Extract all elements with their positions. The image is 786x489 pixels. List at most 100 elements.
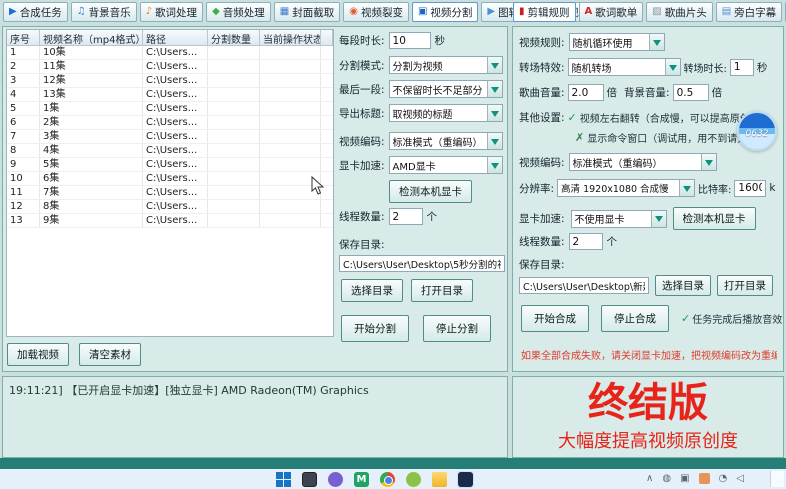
mail-app-icon[interactable]: M <box>354 472 369 487</box>
detect-gpu-button-right[interactable]: 检测本机显卡 <box>673 207 756 230</box>
tab-audio-process[interactable]: ◆音频处理 <box>206 2 271 22</box>
tab-video-split[interactable]: ▣视频分割 <box>412 2 478 22</box>
tab-song-intro[interactable]: ▨歌曲片头 <box>646 2 712 22</box>
widgets-icon[interactable] <box>302 472 317 487</box>
table-row[interactable]: 7 3集 C:\Users... <box>7 130 333 144</box>
threads-input-right[interactable] <box>569 233 603 250</box>
tab-lyrics-list[interactable]: A歌词歌单 <box>579 2 644 22</box>
dropdown-arrow-icon[interactable] <box>679 180 694 196</box>
detect-gpu-button[interactable]: 检测本机显卡 <box>389 180 472 203</box>
table-row[interactable]: 8 4集 C:\Users... <box>7 144 333 158</box>
tab-video-fission[interactable]: ◉视频裂变 <box>343 2 409 22</box>
encode-select[interactable]: 标准模式（重编码） <box>389 132 503 150</box>
volume-icon[interactable]: ◁ <box>736 474 744 484</box>
table-row[interactable]: 1 10集 C:\Users... <box>7 46 333 60</box>
dropdown-arrow-icon[interactable] <box>487 157 502 173</box>
transition-select[interactable]: 随机转场 <box>568 58 681 76</box>
file-explorer-icon[interactable] <box>432 472 447 487</box>
start-compose-button[interactable]: 开始合成 <box>521 305 589 332</box>
table-cell-path: C:\Users... <box>143 158 208 171</box>
photo-icon[interactable] <box>699 473 710 484</box>
chrome-icon[interactable] <box>380 472 395 487</box>
user-app-icon[interactable] <box>328 472 343 487</box>
col-index[interactable]: 序号 <box>7 30 40 45</box>
table-row[interactable]: 11 7集 C:\Users... <box>7 186 333 200</box>
table-row[interactable]: 3 12集 C:\Users... <box>7 74 333 88</box>
table-cell-split-count <box>208 130 260 143</box>
last-segment-select[interactable]: 不保留时长不足部分 <box>389 80 503 98</box>
transition-duration-input[interactable] <box>730 59 754 76</box>
shield-icon[interactable]: ▣ <box>680 474 689 484</box>
dropdown-arrow-icon[interactable] <box>487 81 502 97</box>
gpu-accel-select[interactable]: AMD显卡 <box>389 156 503 174</box>
open-dir-button[interactable]: 打开目录 <box>411 279 473 302</box>
table-row[interactable]: 12 8集 C:\Users... <box>7 200 333 214</box>
open-dir-button-right[interactable]: 打开目录 <box>717 275 773 296</box>
table-row[interactable]: 9 5集 C:\Users... <box>7 158 333 172</box>
table-cell-name: 1集 <box>40 102 143 115</box>
save-dir-input-right[interactable] <box>519 277 649 294</box>
table-row[interactable]: 13 9集 C:\Users... <box>7 214 333 228</box>
table-row[interactable]: 5 1集 C:\Users... <box>7 102 333 116</box>
dropdown-arrow-icon[interactable] <box>665 59 680 75</box>
stop-compose-button[interactable]: 停止合成 <box>601 305 669 332</box>
start-split-button[interactable]: 开始分割 <box>341 315 409 342</box>
table-row[interactable]: 4 13集 C:\Users... <box>7 88 333 102</box>
song-intro-icon: ▨ <box>652 7 661 17</box>
tab-background-music[interactable]: ♫背景音乐 <box>71 2 137 22</box>
tab-compose-task[interactable]: ▶合成任务 <box>3 2 68 22</box>
tab-lyrics-process[interactable]: ♪歌词处理 <box>140 2 203 22</box>
network-icon[interactable]: ◔ <box>719 474 728 484</box>
taskbar-icons: M <box>276 472 473 487</box>
table-row[interactable]: 2 11集 C:\Users... <box>7 60 333 74</box>
checkmark-icon[interactable]: ✓ <box>568 111 577 124</box>
threads-input[interactable] <box>389 208 423 225</box>
sound-option-label: 任务完成后播放音效 <box>692 311 782 326</box>
encode-select-right[interactable]: 标准模式（重编码） <box>569 153 717 171</box>
dropdown-arrow-icon[interactable] <box>651 211 666 227</box>
dropdown-arrow-icon[interactable] <box>487 105 502 121</box>
choose-dir-button-right[interactable]: 选择目录 <box>655 275 711 296</box>
chevron-up-icon[interactable]: ∧ <box>646 474 653 484</box>
sound-option[interactable]: ✓ 任务完成后播放音效 <box>681 311 782 326</box>
video-split-panel: 序号 视频名称（mp4格式） 路径 分割数量 当前操作状态 1 10集 C:\U… <box>2 26 508 372</box>
tab-subtitle[interactable]: ▤旁白字幕 <box>716 2 782 22</box>
stop-split-button[interactable]: 停止分割 <box>423 315 491 342</box>
choose-dir-button[interactable]: 选择目录 <box>341 279 403 302</box>
export-title-select[interactable]: 取视频的标题 <box>389 104 503 122</box>
active-app-icon[interactable] <box>458 472 473 487</box>
table-row[interactable]: 10 6集 C:\Users... <box>7 172 333 186</box>
col-video-name[interactable]: 视频名称（mp4格式） <box>40 30 143 45</box>
log-panel[interactable]: 19:11:21] 【已开启显卡加速】[独立显卡] AMD Radeon(TM)… <box>2 376 508 458</box>
split-mode-select[interactable]: 分割为视频 <box>389 56 503 74</box>
dropdown-arrow-icon[interactable] <box>701 154 716 170</box>
col-split-count[interactable]: 分割数量 <box>208 30 260 45</box>
col-status[interactable]: 当前操作状态 <box>260 30 321 45</box>
floating-watermark-widget[interactable]: 0632 <box>737 111 777 151</box>
col-path[interactable]: 路径 <box>143 30 208 45</box>
clear-material-button[interactable]: 清空素材 <box>79 343 141 366</box>
load-video-button[interactable]: 加载视频 <box>7 343 69 366</box>
tab-edit-rule[interactable]: ▮剪辑规则 <box>513 2 576 22</box>
song-volume-input[interactable] <box>568 84 604 101</box>
toolbar-right-group: ▮剪辑规则 A歌词歌单 ▨歌曲片头 ▤旁白字幕 ◈导出标题 <box>513 2 786 22</box>
duration-input[interactable] <box>389 32 431 49</box>
windows-start-icon[interactable] <box>276 472 291 487</box>
save-dir-input[interactable] <box>339 255 505 272</box>
bell-icon[interactable]: ◍ <box>662 474 671 484</box>
resolution-select[interactable]: 高清 1920x1080 合成慢 <box>557 179 695 197</box>
table-row[interactable]: 6 2集 C:\Users... <box>7 116 333 130</box>
dropdown-arrow-icon[interactable] <box>487 57 502 73</box>
gpu-accel-select-right[interactable]: 不使用显卡 <box>571 210 667 228</box>
cross-icon[interactable]: ✗ <box>575 131 584 144</box>
dropdown-arrow-icon[interactable] <box>487 133 502 149</box>
video-rule-select[interactable]: 随机循环使用 <box>569 33 665 51</box>
dropdown-arrow-icon[interactable] <box>649 34 664 50</box>
show-desktop-button[interactable] <box>770 471 784 487</box>
bg-volume-input[interactable] <box>673 84 709 101</box>
green-app-icon[interactable] <box>406 472 421 487</box>
bitrate-input[interactable] <box>734 180 766 197</box>
table-cell-spacer <box>321 88 333 101</box>
table-cell-index: 10 <box>7 172 40 185</box>
tab-cover-capture[interactable]: ▦封面截取 <box>274 2 340 22</box>
